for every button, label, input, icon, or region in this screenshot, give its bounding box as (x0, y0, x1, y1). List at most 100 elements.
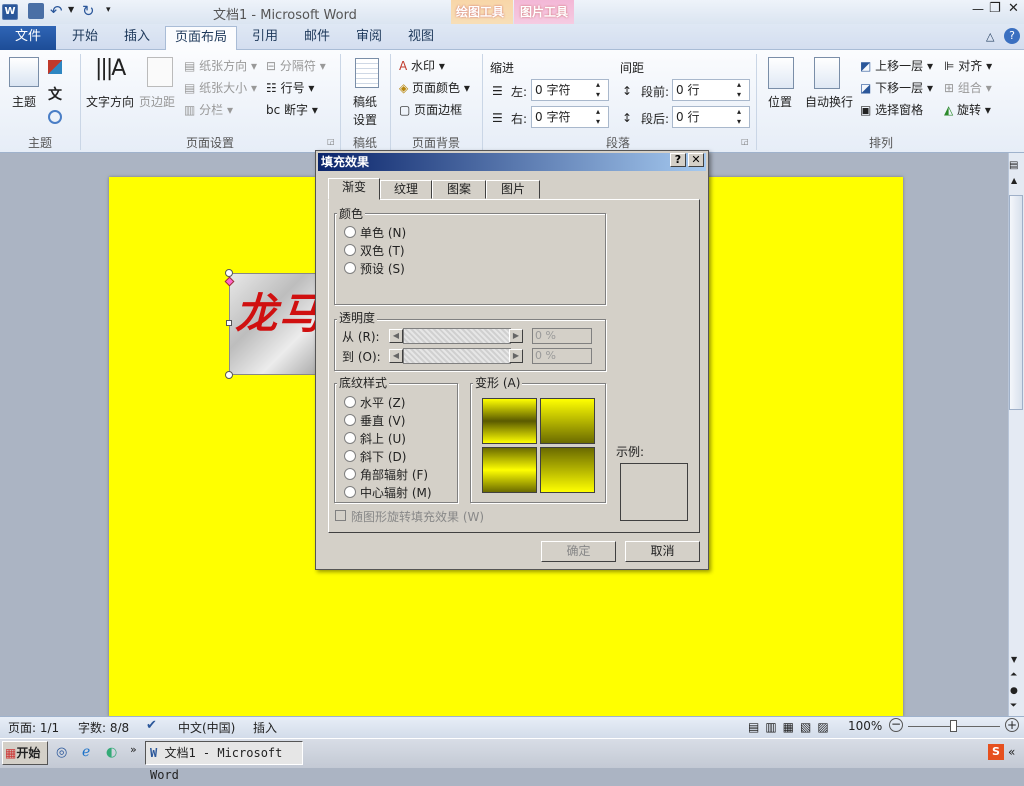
save-icon[interactable] (28, 3, 44, 19)
margins-button[interactable]: 页边距 (139, 93, 175, 110)
radio-preset[interactable] (344, 262, 356, 274)
radio-from-center-label[interactable]: 中心辐射 (M) (360, 484, 432, 501)
margins-icon[interactable] (147, 57, 173, 87)
variant-3[interactable] (482, 447, 537, 493)
quicklaunch-more-icon[interactable]: » (130, 743, 137, 756)
spacing-after-spinner-icon[interactable]: ▴ ▾ (737, 107, 741, 127)
transparency-from-input[interactable]: 0 % (532, 328, 592, 344)
tab-references[interactable]: 引用 (242, 26, 288, 50)
radio-diagonal-down-label[interactable]: 斜下 (D) (360, 448, 406, 465)
wrap-text-button[interactable]: 自动换行 (805, 93, 853, 110)
radio-diagonal-down[interactable] (344, 450, 356, 462)
tray-expand-icon[interactable]: « (1008, 745, 1015, 759)
status-page[interactable]: 页面: 1/1 (8, 719, 59, 736)
tab-view[interactable]: 视图 (398, 26, 444, 50)
resize-handle[interactable] (225, 371, 233, 379)
scroll-up-icon[interactable]: ▲ (1011, 176, 1017, 185)
radio-diagonal-up[interactable] (344, 432, 356, 444)
redo-icon[interactable]: ↻ (82, 2, 95, 20)
dialog-tab-picture[interactable]: 图片 (486, 180, 540, 199)
close-icon[interactable]: ✕ (1008, 1, 1019, 16)
radio-one-color-label[interactable]: 单色 (N) (360, 224, 406, 241)
text-direction-icon[interactable]: |||A (95, 56, 126, 81)
radio-one-color[interactable] (344, 226, 356, 238)
tray-app-icon[interactable]: S (988, 744, 1004, 760)
radio-horizontal-label[interactable]: 水平 (Z) (360, 394, 405, 411)
customize-qat-icon[interactable]: ▾ (106, 5, 111, 15)
from-slider-right-icon[interactable]: ▶ (509, 329, 523, 343)
spacing-before-spinner-icon[interactable]: ▴ ▾ (737, 80, 741, 100)
radio-vertical-label[interactable]: 垂直 (V) (360, 412, 405, 429)
radio-vertical[interactable] (344, 414, 356, 426)
indent-left-spinner-icon[interactable]: ▴ ▾ (596, 80, 600, 100)
dialog-tab-gradient[interactable]: 渐变 (328, 178, 380, 200)
paragraph-launcher-icon[interactable]: ◲ (741, 137, 749, 146)
theme-fonts-icon[interactable]: 文 (48, 84, 62, 104)
themes-icon[interactable] (9, 57, 39, 87)
tab-insert[interactable]: 插入 (114, 26, 160, 50)
minimize-ribbon-icon[interactable]: △ (986, 30, 994, 43)
zoom-level[interactable]: 100% (848, 719, 882, 733)
browse-object-icon[interactable]: ● (1010, 686, 1018, 696)
quicklaunch-ie-icon[interactable]: ℯ (82, 744, 90, 760)
variant-2[interactable] (540, 398, 595, 444)
radio-from-corner[interactable] (344, 468, 356, 480)
cancel-button[interactable]: 取消 (625, 541, 700, 562)
radio-preset-label[interactable]: 预设 (S) (360, 260, 405, 277)
theme-effects-icon[interactable] (48, 110, 62, 124)
to-slider-right-icon[interactable]: ▶ (509, 349, 523, 363)
radio-from-corner-label[interactable]: 角部辐射 (F) (360, 466, 428, 483)
dialog-help-button[interactable]: ? (670, 153, 686, 167)
minimize-icon[interactable]: — (972, 2, 984, 16)
from-slider-left-icon[interactable]: ◀ (389, 329, 403, 343)
ruler-toggle-icon[interactable]: ▤ (1009, 160, 1018, 171)
radio-horizontal[interactable] (344, 396, 356, 408)
proofing-icon[interactable]: ✔ (146, 718, 157, 733)
radio-diagonal-up-label[interactable]: 斜上 (U) (360, 430, 406, 447)
transparency-to-input[interactable]: 0 % (532, 348, 592, 364)
page-setup-launcher-icon[interactable]: ◲ (327, 137, 335, 146)
variant-4[interactable] (540, 447, 595, 493)
view-buttons-icon[interactable]: ▤▥▦▧▨ (748, 720, 835, 734)
zoom-out-icon[interactable]: − (889, 718, 903, 732)
tab-file[interactable]: 文件 (0, 26, 56, 50)
radio-two-colors-label[interactable]: 双色 (T) (360, 242, 405, 259)
draft-paper-icon[interactable] (355, 58, 379, 88)
draft-paper-label-2[interactable]: 设置 (353, 111, 377, 128)
previous-page-icon[interactable]: ⏶ (1010, 670, 1017, 680)
indent-right-spinner-icon[interactable]: ▴ ▾ (596, 107, 600, 127)
draft-paper-label-1[interactable]: 稿纸 (353, 93, 377, 110)
status-language[interactable]: 中文(中国) (178, 719, 235, 736)
to-slider-left-icon[interactable]: ◀ (389, 349, 403, 363)
next-page-icon[interactable]: ⏷ (1010, 701, 1017, 711)
scroll-thumb[interactable] (1009, 195, 1023, 410)
tab-home[interactable]: 开始 (62, 26, 108, 50)
dialog-tab-texture[interactable]: 纹理 (380, 180, 432, 199)
status-insert-mode[interactable]: 插入 (253, 719, 277, 736)
dialog-tab-pattern[interactable]: 图案 (432, 180, 486, 199)
start-button[interactable]: ▦开始 (2, 741, 48, 765)
zoom-in-icon[interactable]: + (1005, 718, 1019, 732)
radio-from-center[interactable] (344, 486, 356, 498)
help-icon[interactable]: ? (1004, 28, 1020, 44)
transparency-from-slider[interactable] (403, 328, 511, 344)
position-icon[interactable] (768, 57, 794, 89)
restore-icon[interactable]: ❐ (989, 1, 1001, 16)
undo-dropdown-icon[interactable]: ▼ (68, 5, 74, 14)
dialog-close-button[interactable]: ✕ (688, 153, 704, 167)
status-words[interactable]: 字数: 8/8 (78, 719, 129, 736)
radio-two-colors[interactable] (344, 244, 356, 256)
quicklaunch-desktop-icon[interactable]: ◎ (56, 745, 67, 760)
position-button[interactable]: 位置 (768, 93, 792, 110)
transparency-to-slider[interactable] (403, 348, 511, 364)
tab-review[interactable]: 审阅 (346, 26, 392, 50)
tab-mailings[interactable]: 邮件 (294, 26, 340, 50)
variant-1[interactable] (482, 398, 537, 444)
rotate-fill-checkbox[interactable] (335, 510, 346, 521)
text-direction-button[interactable]: 文字方向 (86, 93, 134, 110)
wrap-text-icon[interactable] (814, 57, 840, 89)
resize-handle[interactable] (226, 320, 232, 326)
quicklaunch-app-icon[interactable]: ◐ (106, 745, 117, 760)
tab-page-layout[interactable]: 页面布局 (165, 26, 237, 51)
scroll-down-icon[interactable]: ▼ (1011, 655, 1017, 664)
